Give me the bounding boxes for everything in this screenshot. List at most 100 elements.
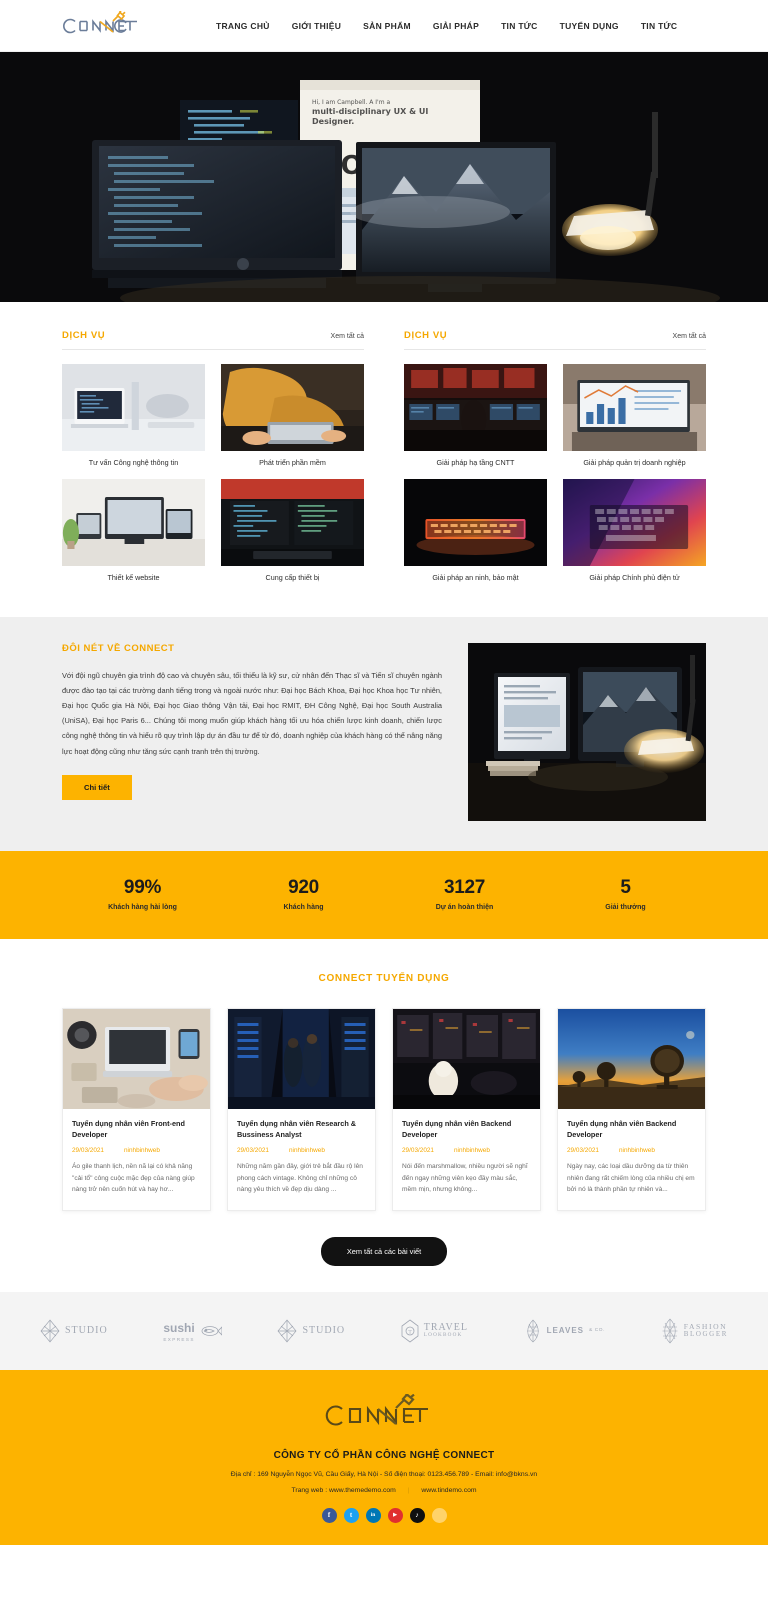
service-card[interactable]: Giải pháp hạ tầng CNTT xyxy=(404,364,547,467)
recruitment-title: CONNECT TUYỂN DỤNG xyxy=(318,972,450,984)
nav-item-san-pham[interactable]: SẢN PHẨM xyxy=(363,21,411,31)
footer-web-1[interactable]: Trang web : www.themedemo.com xyxy=(291,1487,395,1494)
partner-logo-leaves[interactable]: LEAVES & CO. xyxy=(524,1319,605,1343)
service-card[interactable]: Tư vấn Công nghệ thông tin xyxy=(62,364,205,467)
service-card[interactable]: Giải pháp Chính phủ điện tử xyxy=(563,479,706,582)
card-author: ninhbinhweb xyxy=(454,1147,490,1155)
about-image-column xyxy=(468,642,706,821)
view-all-posts-button[interactable]: Xem tất cả các bài viết xyxy=(320,1236,448,1266)
partner-logo-studio-2[interactable]: STUDIO xyxy=(277,1319,345,1343)
partner-subname: BLOGGER xyxy=(683,1330,728,1339)
card-meta: 29/03/2021 ninhbinhweb xyxy=(72,1147,201,1154)
stat-item: 920 Khách hàng xyxy=(223,877,384,911)
recruitment-card[interactable]: Tuyển dụng nhân viên Research & Bussines… xyxy=(227,1007,376,1211)
services-left-view-all[interactable]: Xem tất cả xyxy=(331,333,364,340)
nav-item-tuyen-dung[interactable]: TUYỂN DỤNG xyxy=(560,21,619,31)
service-card[interactable]: Giải pháp quản trị doanh nghiệp xyxy=(563,364,706,467)
recruitment-card[interactable]: Tuyển dụng nhân viên Backend Developer 2… xyxy=(392,1007,541,1211)
nav-item-gioi-thieu[interactable]: GIỚI THIỆU xyxy=(292,21,341,31)
partner-subname: EXPRESS xyxy=(163,1337,195,1343)
diamond-lattice-icon xyxy=(40,1319,60,1343)
recruitment-card[interactable]: Tuyển dụng nhân viên Backend Developer 2… xyxy=(557,1007,706,1211)
stats-bar: 99% Khách hàng hài lòng 920 Khách hàng 3… xyxy=(0,850,768,939)
service-card[interactable]: Phát triển phần mềm xyxy=(221,364,364,467)
light-icon[interactable] xyxy=(431,1507,447,1523)
services-column-right: DỊCH VỤ Xem tất cả Giải pháp hạ tầng CNT… xyxy=(384,330,706,583)
recruitment-card[interactable]: Tuyển dụng nhân viên Front-end Developer… xyxy=(62,1007,211,1211)
card-image xyxy=(228,1008,375,1109)
stat-label: Khách hàng hài lòng xyxy=(108,903,177,911)
card-image xyxy=(393,1008,540,1109)
card-title: Tuyển dụng nhân viên Backend Developer xyxy=(402,1118,512,1140)
service-image-enterprise xyxy=(563,364,706,451)
service-caption: Cung cấp thiết bị xyxy=(265,573,320,583)
service-card[interactable]: Cung cấp thiết bị xyxy=(221,479,364,582)
services-left-title: DỊCH VỤ xyxy=(62,330,106,341)
services-left-header: DỊCH VỤ Xem tất cả xyxy=(62,330,364,350)
service-image-equipment xyxy=(221,479,364,567)
service-thumbnail xyxy=(563,364,706,451)
service-thumbnail xyxy=(62,479,205,567)
card-image-datacenter xyxy=(228,1008,375,1109)
footer-company-name: CÔNG TY CỔ PHẦN CÔNG NGHỆ CONNECT xyxy=(273,1449,495,1461)
services-right-view-all[interactable]: Xem tất cả xyxy=(673,333,706,340)
partner-logo-studio-1[interactable]: STUDIO xyxy=(40,1319,108,1343)
card-excerpt: Nói đến marshmallow, nhiều người sẽ nghĩ… xyxy=(402,1163,528,1194)
footer-web-separator: | xyxy=(407,1486,410,1494)
nav-item-giai-phap[interactable]: GIẢI PHÁP xyxy=(433,21,479,31)
service-thumbnail xyxy=(221,479,364,567)
service-card[interactable]: Giải pháp an ninh, bảo mật xyxy=(404,479,547,582)
services-column-left: DỊCH VỤ Xem tất cả Tư vấn Công nghệ thôn… xyxy=(62,330,384,583)
linkedin-icon[interactable]: in xyxy=(365,1507,381,1523)
card-author: ninhbinhweb xyxy=(619,1147,655,1155)
card-excerpt: Những năm gần đây, giới trẻ bắt đầu rộ l… xyxy=(237,1163,363,1194)
card-body: Tuyển dụng nhân viên Front-end Developer… xyxy=(63,1109,210,1210)
partner-name: LEAVES xyxy=(546,1325,584,1335)
partner-name: TRAVEL LOOKBOOK xyxy=(423,1321,468,1339)
svg-text:Hi, I am Campbell. A I'm a: Hi, I am Campbell. A I'm a xyxy=(312,99,390,106)
service-image-software-dev xyxy=(221,364,364,451)
youtube-icon[interactable]: ▶ xyxy=(387,1507,403,1523)
services-right-grid: Giải pháp hạ tầng CNTT Giải pháp quản tr… xyxy=(404,364,706,583)
service-caption: Phát triển phần mềm xyxy=(259,458,326,467)
about-title: ĐÔI NÉT VỀ CONNECT xyxy=(62,642,175,654)
stat-value: 3127 xyxy=(443,876,486,898)
about-workspace-image xyxy=(468,642,706,821)
twitter-icon[interactable]: t xyxy=(343,1507,359,1523)
card-image-satellite-dish xyxy=(558,1008,705,1109)
services-left-grid: Tư vấn Công nghệ thông tin Phát triển ph… xyxy=(62,364,364,583)
card-date: 29/03/2021 xyxy=(72,1147,104,1155)
card-body: Tuyển dụng nhân viên Backend Developer 2… xyxy=(393,1109,540,1210)
service-thumbnail xyxy=(563,479,706,567)
nav-item-tin-tuc[interactable]: TIN TỨC xyxy=(501,21,538,31)
about-detail-button[interactable]: Chi tiết xyxy=(62,774,132,800)
leaf-icon xyxy=(526,1319,539,1343)
service-caption: Giải pháp an ninh, bảo mật xyxy=(432,573,519,583)
social-links: f t in ▶ ♪ xyxy=(40,1507,728,1523)
card-author: ninhbinhweb xyxy=(289,1147,325,1155)
partner-logo-travel-lookbook[interactable]: T TRAVEL LOOKBOOK xyxy=(401,1319,468,1343)
nav-item-trang-chu[interactable]: TRANG CHỦ xyxy=(216,21,270,31)
service-card[interactable]: Thiết kế website xyxy=(62,479,205,582)
facebook-icon[interactable]: f xyxy=(321,1507,337,1523)
footer-web-2[interactable]: www.tindemo.com xyxy=(421,1487,476,1494)
nav-item-tin-tuc-2[interactable]: TIN TỨC xyxy=(641,21,678,31)
partner-logo-sushi[interactable]: sushi EXPRESS xyxy=(163,1319,222,1342)
service-image-it-consulting xyxy=(62,364,205,451)
partner-logo-fashion-blogger[interactable]: FASHION BLOGGER xyxy=(661,1318,728,1344)
tiktok-icon[interactable]: ♪ xyxy=(409,1507,425,1523)
diamond-lattice-icon xyxy=(662,1318,678,1344)
card-meta: 29/03/2021 ninhbinhweb xyxy=(237,1147,366,1154)
service-image-infrastructure xyxy=(404,364,547,451)
card-date: 29/03/2021 xyxy=(237,1147,269,1155)
card-title: Tuyển dụng nhân viên Front-end Developer xyxy=(72,1118,185,1140)
card-title: Tuyển dụng nhân viên Backend Developer xyxy=(567,1118,677,1140)
about-section: ĐÔI NÉT VỀ CONNECT Với đội ngũ chuyên gi… xyxy=(0,616,768,851)
partner-subname: & CO. xyxy=(589,1328,606,1334)
service-thumbnail xyxy=(221,364,364,451)
card-body: Tuyển dụng nhân viên Research & Bussines… xyxy=(228,1109,375,1210)
site-logo[interactable] xyxy=(0,10,180,41)
stat-label: Khách hàng xyxy=(283,903,324,911)
footer-logo[interactable] xyxy=(40,1393,728,1436)
site-header: TRANG CHỦ GIỚI THIỆU SẢN PHẨM GIẢI PHÁP … xyxy=(0,0,768,52)
